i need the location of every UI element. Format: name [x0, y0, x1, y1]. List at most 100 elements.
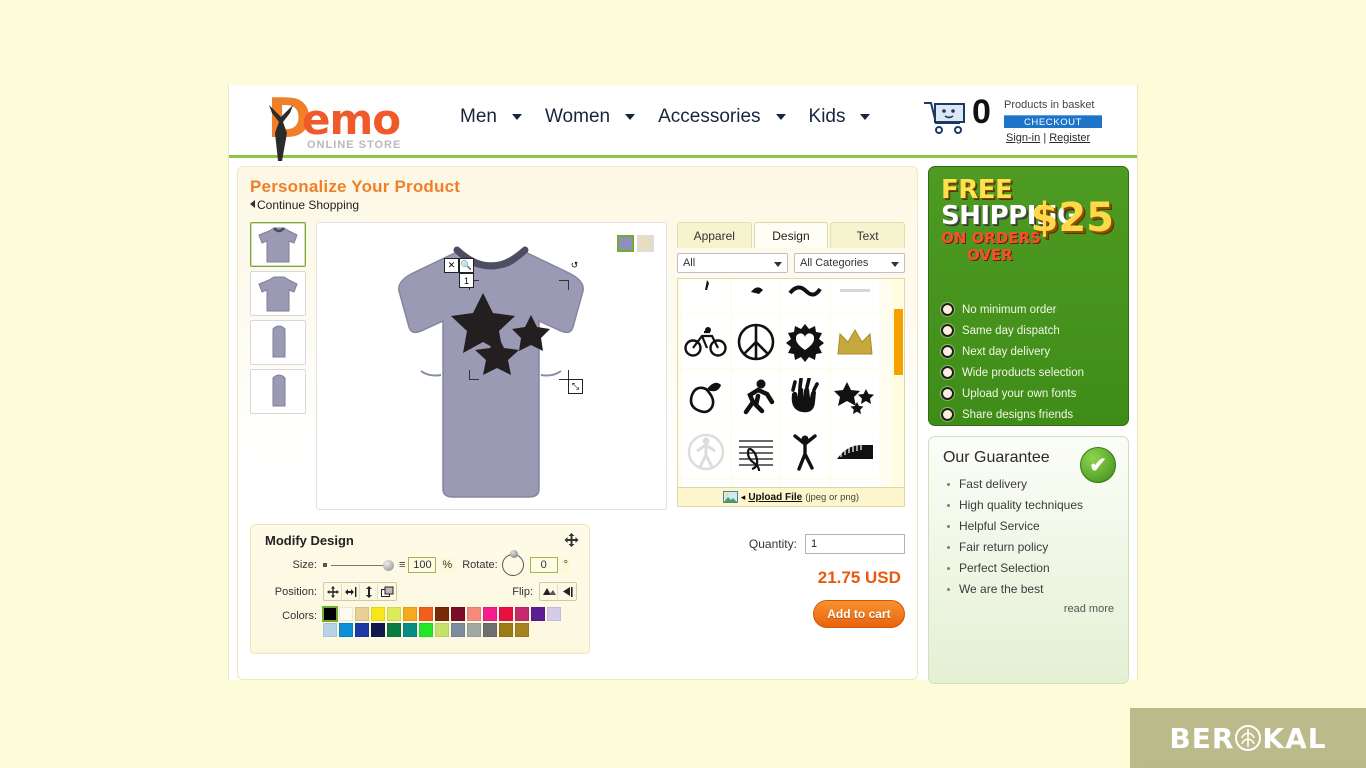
color-swatch[interactable]	[435, 623, 449, 637]
color-swatch[interactable]	[403, 623, 417, 637]
design-icon-runner[interactable]	[731, 370, 780, 423]
color-swatch[interactable]	[547, 607, 561, 621]
color-swatch[interactable]	[322, 606, 338, 622]
size-slider[interactable]	[323, 559, 397, 571]
delete-design-icon[interactable]: ✕	[444, 258, 459, 273]
design-icon-partial-2[interactable]	[731, 279, 780, 313]
flip-horizontal-button[interactable]	[558, 583, 576, 600]
color-swatch[interactable]	[435, 607, 449, 621]
sign-in-link[interactable]: Sign-in	[1006, 132, 1040, 144]
color-swatch[interactable]	[515, 623, 529, 637]
zoom-design-icon[interactable]: 🔍	[459, 258, 474, 273]
tab-text[interactable]: Text	[830, 222, 905, 248]
design-icon-grid[interactable]	[676, 278, 905, 488]
filter-type-select[interactable]: All	[676, 253, 788, 273]
color-swatch[interactable]	[419, 623, 433, 637]
design-icon-partial-5[interactable]	[681, 480, 730, 487]
design-icon-partial-6[interactable]	[731, 480, 780, 487]
tab-design[interactable]: Design	[753, 222, 829, 248]
nav-item-men[interactable]: Men	[454, 103, 503, 131]
color-swatch[interactable]	[451, 607, 465, 621]
color-swatch[interactable]	[531, 607, 545, 621]
color-swatch[interactable]	[371, 623, 385, 637]
site-logo[interactable]: D emo ONLINE STORE	[247, 92, 417, 161]
color-swatch[interactable]	[467, 607, 481, 621]
color-swatch[interactable]	[355, 623, 369, 637]
color-swatch[interactable]	[499, 607, 513, 621]
thumbnail-right-view[interactable]	[250, 369, 306, 414]
product-preview-stage[interactable]: ✕ 🔍 1 ↺ ⤡	[316, 222, 667, 510]
bring-to-front-button[interactable]	[378, 583, 396, 600]
design-icon-partial-3[interactable]	[781, 279, 830, 313]
color-swatch[interactable]	[339, 607, 353, 621]
flip-vertical-button[interactable]	[540, 583, 558, 600]
resize-design-icon[interactable]: ⤡	[568, 379, 583, 394]
color-swatch[interactable]	[323, 623, 337, 637]
shopping-cart-icon[interactable]	[922, 100, 968, 136]
slider-knob[interactable]	[383, 560, 394, 571]
color-swatch[interactable]	[403, 607, 417, 621]
color-swatch[interactable]	[387, 607, 401, 621]
nav-item-kids[interactable]: Kids	[803, 103, 852, 131]
register-link[interactable]: Register	[1049, 132, 1090, 144]
rotate-dial[interactable]	[501, 550, 524, 576]
color-swatch[interactable]	[515, 607, 529, 621]
rotate-design-icon[interactable]: ↺	[567, 258, 582, 273]
design-icon-stars[interactable]	[831, 370, 879, 423]
design-selection-box[interactable]: ✕ 🔍 1 ↺ ⤡	[444, 258, 583, 394]
design-icon-partial-1[interactable]	[681, 279, 730, 313]
tab-apparel[interactable]: Apparel	[676, 222, 752, 248]
design-icon-partial-4[interactable]	[831, 279, 879, 313]
move-panel-icon[interactable]	[564, 533, 579, 548]
layer-number-badge[interactable]: 1	[459, 273, 474, 288]
design-icon-partial-7[interactable]	[781, 480, 830, 487]
continue-shopping-link[interactable]: Continue Shopping	[250, 198, 905, 212]
thumbnail-back-view[interactable]	[250, 271, 306, 316]
apparel-color-beige[interactable]	[636, 235, 654, 252]
design-icon-apple[interactable]	[681, 370, 730, 423]
design-icon-figure-circle[interactable]	[681, 425, 730, 478]
color-swatch[interactable]	[483, 623, 497, 637]
read-more-link[interactable]: read more	[943, 603, 1114, 615]
filter-category-select[interactable]: All Categories	[793, 253, 905, 273]
chevron-down-icon[interactable]	[860, 114, 871, 120]
size-value-input[interactable]: 100	[408, 557, 437, 573]
bullet-radio-icon	[940, 303, 954, 316]
center-both-button[interactable]	[324, 583, 342, 600]
rotate-dial-knob[interactable]	[509, 550, 518, 558]
design-icon-dancer[interactable]	[781, 425, 830, 478]
checkout-button[interactable]: CHECKOUT	[1004, 115, 1102, 128]
color-swatch[interactable]	[387, 623, 401, 637]
color-swatch[interactable]	[419, 607, 433, 621]
design-icon-handprint[interactable]	[781, 370, 830, 423]
nav-item-women[interactable]: Women	[539, 103, 616, 131]
thumbnail-front-view[interactable]	[250, 222, 306, 267]
chevron-down-icon[interactable]	[775, 114, 786, 120]
design-icon-bicycle[interactable]	[681, 315, 730, 368]
nav-item-accessories[interactable]: Accessories	[652, 103, 766, 131]
design-icon-piano[interactable]	[831, 425, 879, 478]
design-icon-peace-sign[interactable]	[731, 315, 780, 368]
design-icon-music-staff[interactable]	[731, 425, 780, 478]
design-icon-crown[interactable]	[831, 315, 879, 368]
center-vertical-button[interactable]	[360, 583, 378, 600]
color-swatch[interactable]	[467, 623, 481, 637]
thumbnail-left-view[interactable]	[250, 320, 306, 365]
rotate-value-input[interactable]: 0	[529, 557, 558, 573]
chevron-down-icon[interactable]	[625, 114, 636, 120]
center-horizontal-button[interactable]	[342, 583, 360, 600]
color-swatch[interactable]	[371, 607, 385, 621]
color-swatch[interactable]	[483, 607, 497, 621]
color-swatch[interactable]	[355, 607, 369, 621]
design-icon-partial-8[interactable]	[831, 480, 879, 487]
add-to-cart-button[interactable]: Add to cart	[812, 600, 905, 628]
upload-file-link[interactable]: Upload File	[748, 492, 802, 503]
color-swatch[interactable]	[499, 623, 513, 637]
color-swatch[interactable]	[339, 623, 353, 637]
chevron-down-icon[interactable]	[511, 114, 522, 120]
design-icon-heart-burst[interactable]	[781, 315, 830, 368]
design-grid-scrollbar-thumb[interactable]	[893, 309, 903, 375]
guarantee-item: Fair return policy	[945, 540, 1114, 554]
color-swatch[interactable]	[451, 623, 465, 637]
quantity-input[interactable]: 1	[804, 534, 905, 554]
